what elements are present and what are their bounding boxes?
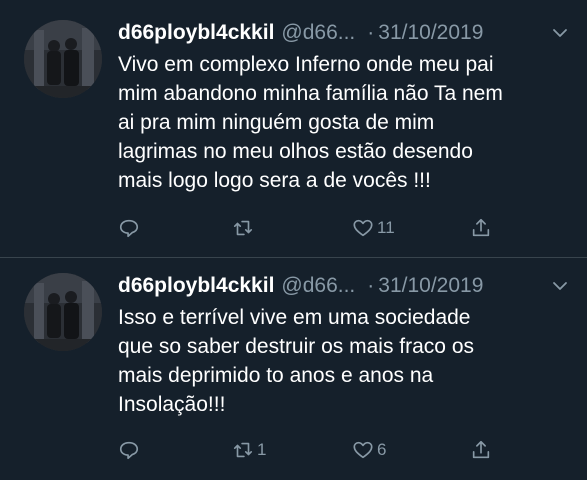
tweet-body: d66ploybl4ckkil @d66... · 31/10/2019 Viv… [118, 18, 571, 195]
chevron-down-icon[interactable] [551, 24, 569, 42]
user-handle[interactable]: @d66... [281, 271, 355, 301]
like-count: 6 [377, 440, 387, 459]
separator-dot: · [367, 274, 375, 297]
tweet-feed: d66ploybl4ckkil @d66... · 31/10/2019 Viv… [0, 0, 587, 480]
user-handle[interactable]: @d66... [281, 18, 355, 48]
tweet-date[interactable]: 31/10/2019 [378, 18, 483, 48]
tweet-header: d66ploybl4ckkil @d66... · 31/10/2019 [118, 271, 571, 301]
like-count: 11 [377, 218, 395, 237]
heart-icon [353, 441, 373, 459]
share-icon [472, 440, 490, 459]
share-icon [472, 218, 490, 237]
tweet-header: d66ploybl4ckkil @d66... · 31/10/2019 [118, 18, 571, 48]
tweet-actions: 1 6 [118, 437, 571, 463]
heart-icon [353, 219, 373, 237]
retweet-button[interactable] [232, 215, 257, 241]
avatar[interactable] [24, 273, 102, 351]
tweet-text: Isso e terrível vive em uma sociedade qu… [118, 306, 474, 416]
separator-dot: · [367, 21, 375, 44]
tweet[interactable]: d66ploybl4ckkil @d66... · 31/10/2019 Iss… [0, 258, 587, 480]
like-button[interactable]: 11 [352, 215, 395, 241]
reply-icon [119, 219, 139, 238]
display-name[interactable]: d66ploybl4ckkil [118, 18, 274, 48]
tweet[interactable]: d66ploybl4ckkil @d66... · 31/10/2019 Viv… [0, 0, 587, 258]
tweet-date[interactable]: 31/10/2019 [378, 271, 483, 301]
share-button[interactable] [470, 437, 492, 463]
avatar[interactable] [24, 20, 102, 98]
display-name[interactable]: d66ploybl4ckkil [118, 271, 274, 301]
reply-button[interactable] [118, 215, 140, 241]
retweet-count: 1 [257, 440, 267, 459]
reply-button[interactable] [118, 437, 140, 463]
retweet-button[interactable]: 1 [232, 437, 266, 463]
like-button[interactable]: 6 [352, 437, 386, 463]
retweet-icon [233, 220, 253, 236]
chevron-down-icon[interactable] [551, 277, 569, 295]
tweet-text: Vivo em complexo Inferno onde meu pai mi… [118, 53, 503, 192]
tweet-actions: 11 [118, 215, 571, 241]
reply-icon [119, 441, 139, 460]
retweet-icon [233, 442, 253, 458]
tweet-body: d66ploybl4ckkil @d66... · 31/10/2019 Iss… [118, 271, 571, 419]
share-button[interactable] [470, 215, 492, 241]
